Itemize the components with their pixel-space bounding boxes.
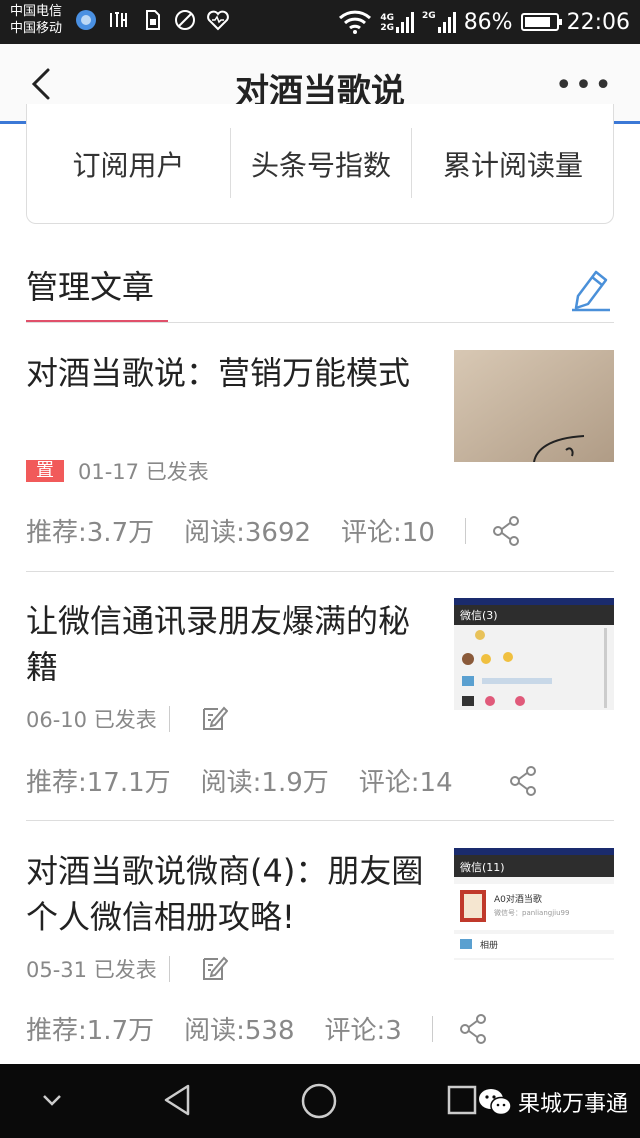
health-icon [206, 8, 230, 32]
article-reads: 阅读:538 [184, 1016, 295, 1046]
wechat-icon [479, 1089, 512, 1116]
article-item[interactable]: 对酒当歌说微商(4)：朋友圈个人微信相册攻略! 微信(11) A0对酒当歌 微信… [26, 848, 614, 1058]
article-comments: 评论:14 [358, 768, 453, 798]
app-notification-icon [74, 8, 98, 32]
thumb-header-text: 微信(11) [460, 861, 505, 874]
net-tag-2g-a: 2G [380, 23, 395, 33]
article-divider [26, 820, 614, 821]
section-divider [26, 322, 614, 323]
article-thumbnail[interactable] [454, 350, 614, 462]
article-meta: 置 01-17 已发表 [26, 456, 209, 486]
signal-2g-icon: 2G [422, 11, 456, 33]
signal-4g-icon: 4G 2G [380, 11, 415, 33]
compose-pen-icon[interactable] [568, 266, 612, 312]
notification-icons [74, 8, 230, 32]
blocked-icon [173, 8, 197, 32]
article-reads: 阅读:1.9万 [200, 768, 329, 798]
stat-index: 头条号指数 [231, 104, 411, 200]
article-comments: 评论:10 [341, 518, 435, 548]
article-stats: 推荐:1.7万 阅读:538 评论:3 [26, 1010, 487, 1047]
article-date: 05-31 已发表 [26, 958, 157, 982]
carrier-1: 中国电信 [10, 4, 63, 19]
battery-fill [524, 17, 551, 27]
manage-articles-title: 管理文章 [26, 268, 155, 306]
stats-divider [431, 1015, 433, 1042]
watermark-text: 果城万事通 [518, 1092, 629, 1117]
share-icon[interactable] [509, 765, 537, 796]
share-icon[interactable] [492, 515, 520, 546]
stats-divider [464, 517, 466, 544]
article-title[interactable]: 让微信通讯录朋友爆满的秘籍 [26, 598, 426, 690]
edit-icon[interactable] [200, 955, 228, 983]
thumb-contact-name: A0对酒当歌 [494, 895, 542, 905]
more-options-icon[interactable]: ••• [555, 68, 614, 103]
stat-subscribers: 订阅用户 [27, 104, 230, 200]
article-recommend: 推荐:3.7万 [26, 518, 155, 548]
thumb-contact-id: 微信号：panliangjiu99 [494, 909, 570, 917]
net-tag-2g-b: 2G [422, 11, 436, 21]
thumb-album-label: 相册 [480, 941, 499, 951]
music-icon [107, 8, 131, 32]
system-status: 4G 2G 2G 86% 22:06 [338, 0, 630, 44]
stat-subscribers-label: 订阅用户 [72, 149, 185, 182]
clock: 22:06 [566, 9, 630, 35]
edit-icon[interactable] [200, 705, 228, 733]
battery-percent: 86% [463, 9, 513, 35]
article-meta: 05-31 已发表 [26, 954, 228, 984]
back-triangle-icon[interactable] [160, 1082, 196, 1118]
active-tab-underline [26, 320, 168, 322]
stat-index-label: 头条号指数 [250, 149, 391, 182]
home-circle-icon[interactable] [300, 1082, 338, 1120]
article-stats: 推荐:3.7万 阅读:3692 评论:10 [26, 512, 520, 549]
article-thumbnail[interactable]: 微信(3) [454, 598, 614, 710]
article-recommend: 推荐:1.7万 [26, 1016, 155, 1046]
status-bar: 中国电信 中国移动 4G 2G 2G 86% 22:06 [0, 0, 640, 44]
stat-reads-label: 累计阅读量 [442, 149, 583, 182]
net-tag-4g: 4G [380, 13, 395, 23]
stat-reads: 累计阅读量 [412, 104, 613, 200]
article-item[interactable]: 让微信通讯录朋友爆满的秘籍 微信(3) 06-10 已发表 推荐:17.1万 阅… [26, 598, 614, 822]
share-icon[interactable] [459, 1013, 487, 1044]
recent-apps-square-icon[interactable] [446, 1084, 478, 1116]
meta-divider [168, 706, 170, 732]
article-thumbnail[interactable]: 微信(11) A0对酒当歌 微信号：panliangjiu99 相册 [454, 848, 614, 960]
system-nav-bar: 果城万事通 [0, 1064, 640, 1138]
article-stats: 推荐:17.1万 阅读:1.9万 评论:14 [26, 762, 537, 799]
article-title[interactable]: 对酒当歌说：营销万能模式 [26, 350, 426, 396]
carrier-labels: 中国电信 中国移动 [10, 3, 62, 37]
article-reads: 阅读:3692 [184, 518, 312, 548]
article-title[interactable]: 对酒当歌说微商(4)：朋友圈个人微信相册攻略! [26, 848, 436, 940]
watermark: 果城万事通 [478, 1086, 628, 1118]
pinned-badge: 置 [26, 460, 64, 482]
sim-card-icon [140, 8, 164, 32]
battery-icon [520, 13, 562, 31]
article-date: 01-17 已发表 [78, 460, 209, 484]
article-divider [26, 571, 614, 572]
article-item[interactable]: 对酒当歌说：营销万能模式 置 01-17 已发表 推荐:3.7万 阅读:3692… [26, 350, 614, 572]
thumb-header-text: 微信(3) [460, 609, 498, 622]
chevron-down-icon[interactable] [40, 1092, 64, 1108]
article-comments: 评论:3 [324, 1016, 402, 1046]
article-meta: 06-10 已发表 [26, 704, 228, 734]
account-stats-card: 订阅用户 头条号指数 累计阅读量 [26, 104, 614, 224]
article-date: 06-10 已发表 [26, 708, 157, 732]
wifi-icon [339, 10, 372, 34]
meta-divider [168, 956, 170, 982]
carrier-2: 中国移动 [10, 21, 63, 36]
article-recommend: 推荐:17.1万 [26, 768, 171, 798]
